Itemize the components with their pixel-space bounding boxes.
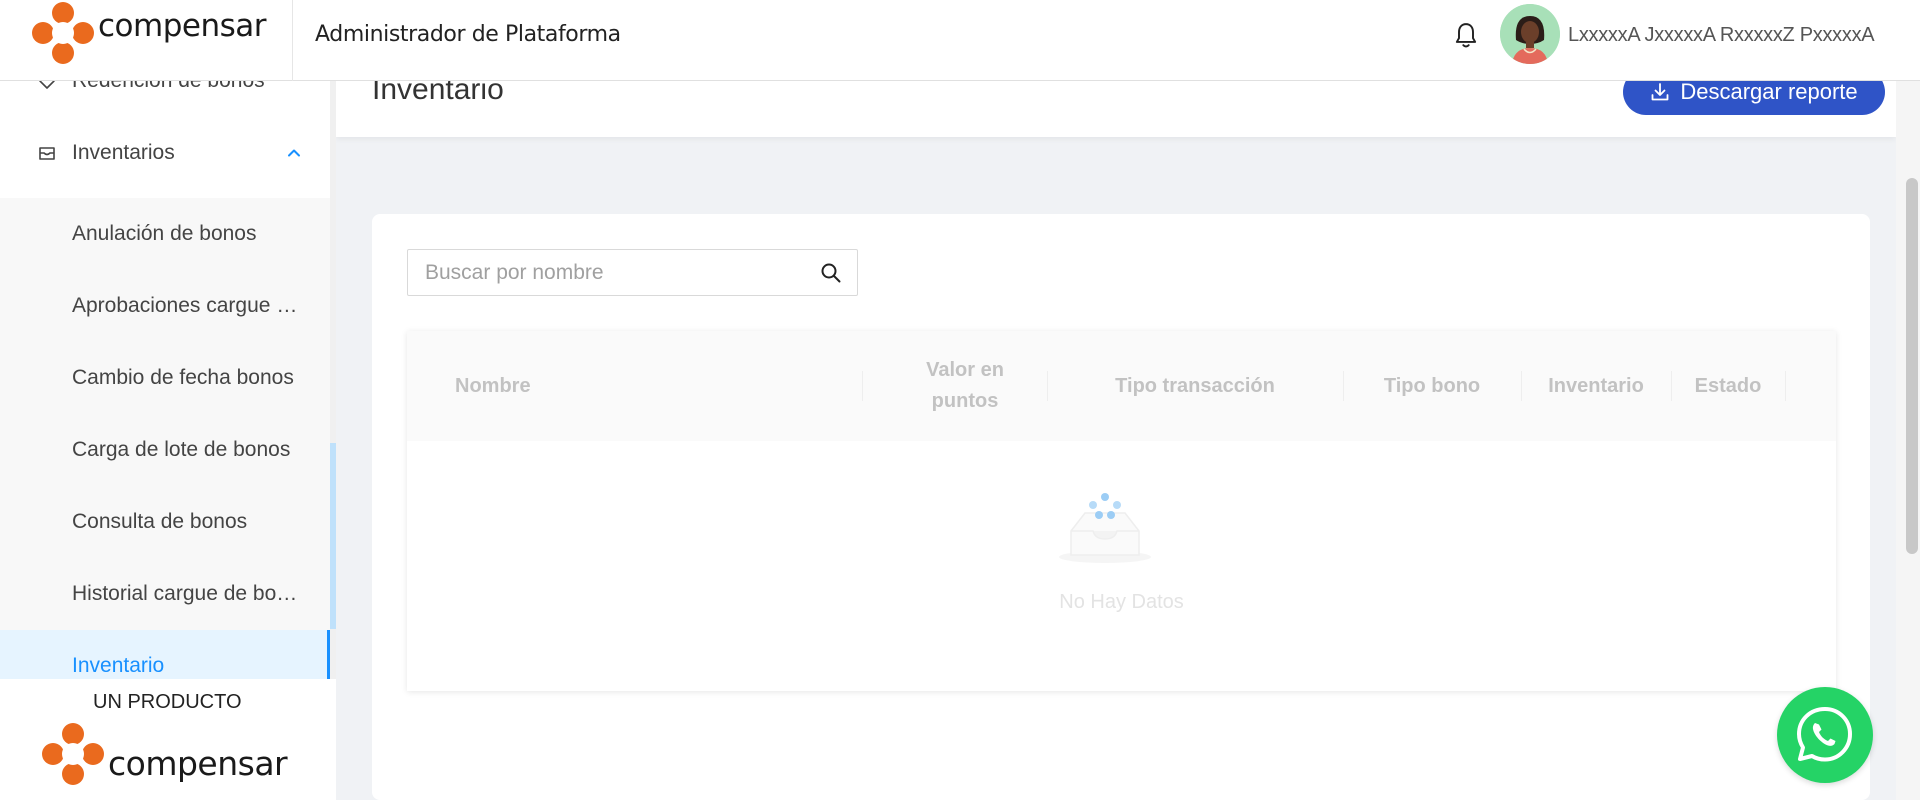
column-header-nombre[interactable]: Nombre [455, 331, 805, 441]
sidebar-item-label: Inventarios [72, 141, 175, 164]
submenu-item-cambio-fecha-bonos[interactable]: Cambio de fecha bonos [0, 342, 330, 414]
submenu-item-label: Historial cargue de bonos [72, 582, 306, 605]
column-header-label: Tipo bono [1383, 374, 1481, 397]
submenu-item-consulta-bonos[interactable]: Consulta de bonos [0, 486, 330, 558]
compensar-logo[interactable]: compensar [32, 2, 267, 64]
main-scrollbar-thumb[interactable] [1906, 178, 1918, 554]
submenu-item-label: Aprobaciones cargue de bonos [72, 294, 306, 317]
chevron-up-icon [288, 149, 300, 157]
submenu-item-historial-cargue[interactable]: Historial cargue de bonos [0, 558, 330, 630]
search-input[interactable] [408, 250, 808, 295]
column-header-label: Valor en puntos [926, 359, 1004, 412]
search-icon[interactable] [820, 262, 842, 284]
footer-logo-text: compensar [108, 743, 288, 783]
empty-inbox-icon [1059, 493, 1151, 563]
whatsapp-button[interactable] [1777, 687, 1873, 783]
submenu-item-label: Inventario [72, 654, 165, 677]
compensar-logo-mark [42, 723, 104, 785]
empty-text: No Hay Datos [1059, 591, 1184, 613]
empty-state: No Hay Datos [407, 441, 1836, 691]
compensar-logo-mark [32, 2, 94, 64]
page-header: Inventario Descargar reporte [336, 81, 1896, 137]
footer-caption: UN PRODUCTO [93, 691, 242, 713]
submenu-item-label: Consulta de bonos [72, 510, 248, 533]
column-header-valor-puntos[interactable]: Valor en puntos [885, 331, 1045, 441]
download-report-label: Descargar reporte [1680, 81, 1858, 104]
main-content: Inventario Descargar reporte Nombre [336, 81, 1920, 800]
sidebar-item-inventarios[interactable]: Inventarios [0, 117, 330, 189]
submenu-item-label: Carga de lote de bonos [72, 438, 291, 461]
column-header-label: Inventario [1548, 374, 1644, 397]
submenu-item-inventario[interactable]: Inventario [0, 630, 330, 679]
submenu-item-aprobaciones-cargue[interactable]: Aprobaciones cargue de bonos [0, 270, 330, 342]
column-header-label: Nombre [455, 374, 531, 397]
sidebar-item-label: Redención de bonos [72, 81, 265, 93]
header-divider [292, 0, 293, 81]
avatar-icon [1500, 4, 1560, 64]
column-header-inventario[interactable]: Inventario [1521, 331, 1671, 441]
download-report-button[interactable]: Descargar reporte [1623, 81, 1885, 115]
app-title: Administrador de Plataforma [315, 22, 621, 47]
inbox-icon [39, 147, 55, 160]
inventory-card: Nombre Valor en puntos Tipo transacción … [372, 214, 1870, 800]
sidebar: Redención de bonos Inventarios Anulación… [0, 81, 330, 679]
submenu-item-carga-lote-bonos[interactable]: Carga de lote de bonos [0, 414, 330, 486]
download-icon [1651, 83, 1669, 101]
tag-icon [39, 81, 55, 89]
whatsapp-icon [1797, 707, 1852, 762]
user-name[interactable]: LxxxxxA JxxxxxA RxxxxxZ PxxxxxA [1568, 24, 1875, 47]
column-header-tipo-bono[interactable]: Tipo bono [1343, 331, 1521, 441]
column-header-estado[interactable]: Estado [1671, 331, 1785, 441]
avatar[interactable] [1500, 4, 1560, 64]
bell-icon[interactable] [1453, 22, 1479, 50]
logo-text: compensar [98, 8, 267, 44]
table-header: Nombre Valor en puntos Tipo transacción … [407, 331, 1836, 441]
inventory-table: Nombre Valor en puntos Tipo transacción … [407, 331, 1836, 691]
submenu-item-anulacion-bonos[interactable]: Anulación de bonos [0, 198, 330, 270]
column-header-tipo-transaccion[interactable]: Tipo transacción [1047, 331, 1343, 441]
column-separator [862, 371, 863, 401]
inventarios-submenu: Anulación de bonos Aprobaciones cargue d… [0, 198, 330, 679]
submenu-item-label: Cambio de fecha bonos [72, 366, 294, 389]
top-header: compensar Administrador de Plataforma Lx… [0, 0, 1920, 81]
footer-compensar-logo: compensar [42, 723, 288, 785]
submenu-item-label: Anulación de bonos [72, 222, 257, 245]
sidebar-item-redencion-bonos[interactable]: Redención de bonos [0, 81, 330, 117]
column-header-label: Tipo transacción [1115, 374, 1275, 397]
column-separator [1785, 371, 1786, 401]
page-title: Inventario [372, 81, 504, 106]
search-box [407, 249, 858, 296]
sidebar-footer: UN PRODUCTO compensar [0, 679, 336, 800]
column-header-label: Estado [1694, 374, 1762, 397]
